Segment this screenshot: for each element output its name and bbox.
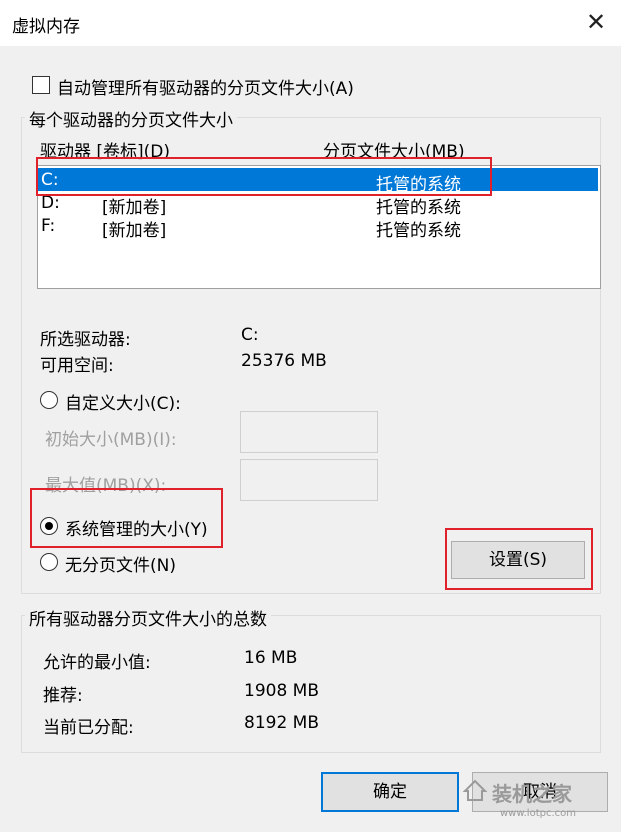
recommended-label: 推荐:: [43, 686, 83, 706]
title-bar: [0, 0, 621, 46]
recommended-value: 1908 MB: [244, 681, 319, 701]
highlight-box-system-managed: [30, 488, 223, 548]
custom-size-radio[interactable]: [40, 391, 58, 409]
totals-group-label: 所有驱动器分页文件大小的总数: [25, 605, 271, 630]
drive-letter: F:: [41, 216, 56, 236]
free-space-label: 可用空间:: [40, 356, 114, 376]
drive-paging-size: 托管的系统: [376, 221, 461, 241]
watermark-url: www.lotpc.com: [500, 808, 576, 819]
ok-button[interactable]: 确定: [321, 772, 459, 812]
no-paging-radio[interactable]: [40, 553, 58, 571]
auto-manage-checkbox[interactable]: [32, 76, 50, 94]
window-title: 虚拟内存: [12, 17, 80, 37]
selected-drive-label: 所选驱动器:: [40, 330, 131, 350]
watermark-logo-icon: [462, 777, 488, 803]
auto-manage-label[interactable]: 自动管理所有驱动器的分页文件大小(A): [57, 74, 354, 99]
highlight-box-set-button: [445, 528, 593, 590]
per-drive-group-label: 每个驱动器的分页文件大小: [25, 106, 237, 131]
drive-volume-label: [新加卷]: [102, 221, 167, 241]
highlight-box-selected-drive: [36, 157, 492, 196]
min-allowed-label: 允许的最小值:: [43, 653, 151, 673]
free-space-value: 25376 MB: [241, 351, 327, 371]
drive-row-f[interactable]: F: [新加卷] 托管的系统: [38, 214, 598, 241]
currently-allocated-label: 当前已分配:: [43, 718, 134, 738]
selected-drive-value: C:: [241, 325, 259, 345]
watermark-text: 装机之家: [492, 782, 572, 806]
initial-size-label: 初始大小(MB)(I):: [45, 430, 177, 450]
custom-size-label[interactable]: 自定义大小(C):: [65, 389, 181, 414]
min-allowed-value: 16 MB: [244, 648, 298, 668]
initial-size-input[interactable]: [240, 411, 378, 453]
close-icon[interactable]: ✕: [578, 4, 614, 40]
drive-letter: D:: [41, 193, 60, 213]
currently-allocated-value: 8192 MB: [244, 713, 319, 733]
no-paging-label[interactable]: 无分页文件(N): [65, 551, 176, 576]
max-size-input[interactable]: [240, 459, 378, 501]
